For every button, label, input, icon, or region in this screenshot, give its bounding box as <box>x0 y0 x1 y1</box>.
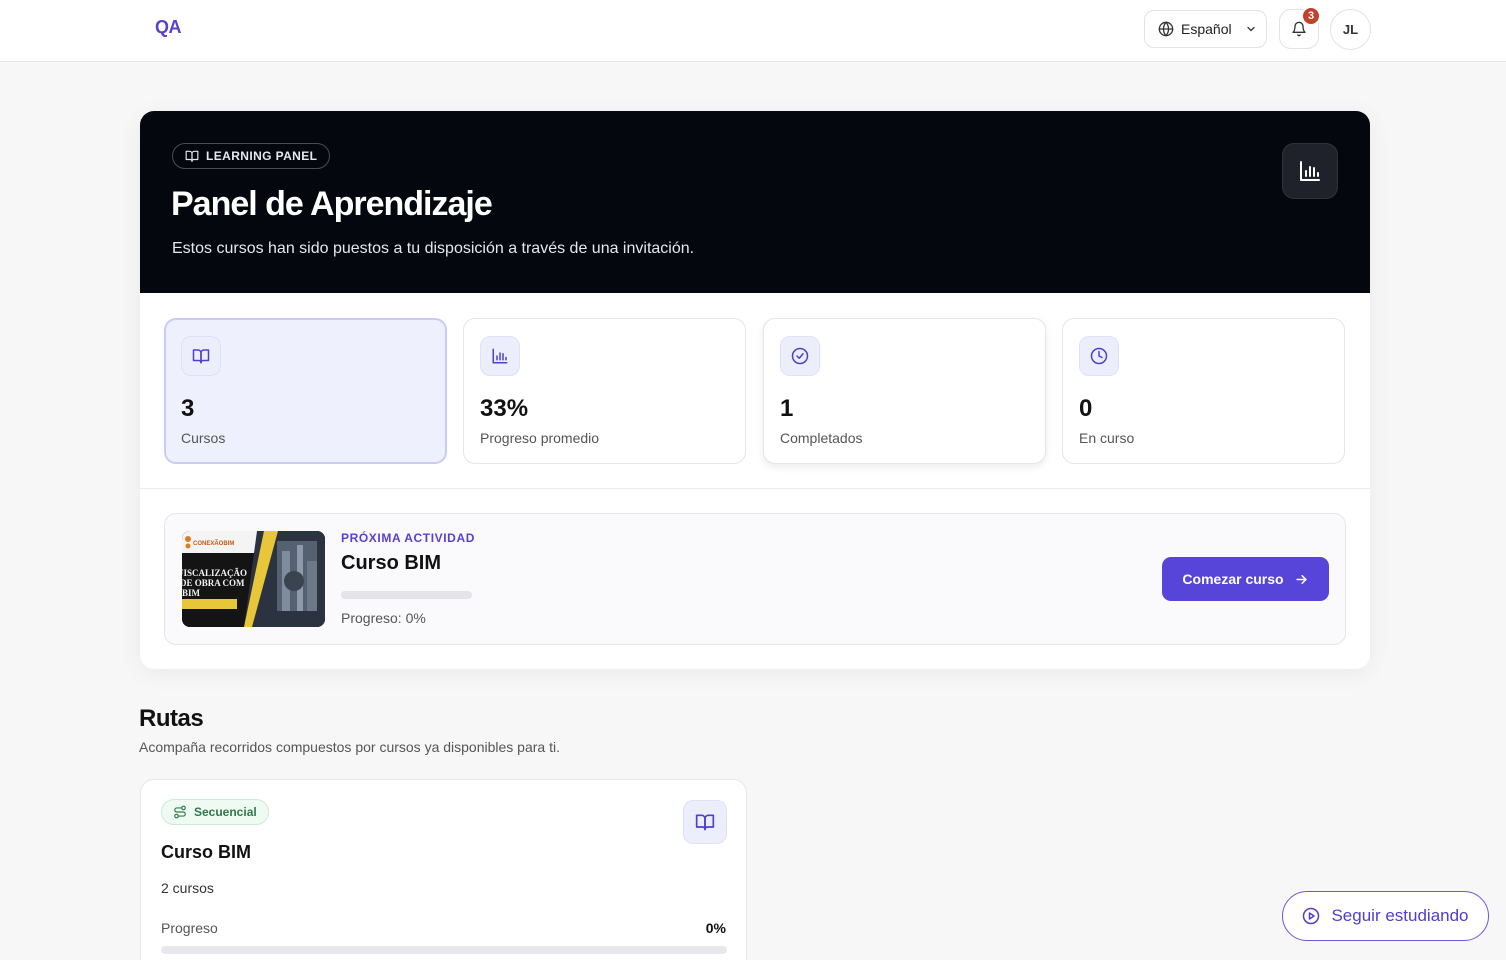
hero-chart-badge <box>1282 143 1338 199</box>
stat-icon-box <box>1079 336 1119 376</box>
start-course-label: Comezar curso <box>1182 571 1284 587</box>
next-activity-progress-bar <box>341 591 472 599</box>
language-label: Español <box>1181 21 1232 37</box>
bar-chart-icon <box>492 348 508 364</box>
chevron-down-icon <box>1246 26 1255 32</box>
stat-icon-box <box>480 336 520 376</box>
stat-value: 0 <box>1079 395 1093 422</box>
route-progress-value: 0% <box>705 920 726 936</box>
continue-studying-button[interactable]: Seguir estudiando <box>1282 891 1489 941</box>
routes-section-subtitle: Acompaña recorridos compuestos por curso… <box>139 739 560 755</box>
arrow-right-icon <box>1295 574 1307 584</box>
next-activity-card: CONEXÃOBIM FISCALIZAÇÃO DE OBRA COM BIM … <box>164 513 1346 645</box>
course-thumbnail-image: CONEXÃOBIM FISCALIZAÇÃO DE OBRA COM BIM <box>182 531 325 627</box>
route-type-badge: Secuencial <box>161 799 269 825</box>
continue-studying-label: Seguir estudiando <box>1331 906 1469 925</box>
start-course-button[interactable]: Comezar curso <box>1162 557 1329 601</box>
route-type-label: Secuencial <box>194 805 257 819</box>
stat-label: En curso <box>1079 430 1135 446</box>
stat-icon-box <box>181 336 221 376</box>
route-progress-label: Progreso <box>161 920 218 936</box>
thumbnail-line-2: DE OBRA COM <box>182 578 245 588</box>
next-activity-title: Curso BIM <box>341 552 441 574</box>
stat-card-average-progress[interactable]: 33% Progreso promedio <box>463 318 746 464</box>
bar-chart-icon <box>1300 161 1320 181</box>
stat-value: 3 <box>181 395 195 422</box>
globe-icon <box>1158 21 1174 37</box>
stat-card-completed[interactable]: 1 Completados <box>763 318 1046 464</box>
top-bar: QA Español 3 JL <box>0 0 1506 62</box>
clock-icon <box>1090 347 1108 365</box>
stat-icon-box <box>780 336 820 376</box>
language-selector[interactable]: Español <box>1144 10 1267 48</box>
user-avatar[interactable]: JL <box>1330 9 1371 50</box>
page-subtitle: Estos cursos han sido puestos a tu dispo… <box>172 240 695 257</box>
stat-value: 1 <box>780 395 794 422</box>
thumbnail-brand-text: CONEXÃOBIM <box>193 540 234 547</box>
stat-value: 33% <box>480 395 529 422</box>
hero-eyebrow-label: LEARNING PANEL <box>206 149 318 163</box>
stat-label: Progreso promedio <box>480 430 600 446</box>
page-title: Panel de Aprendizaje <box>171 185 493 223</box>
book-open-icon <box>695 814 715 831</box>
route-card[interactable]: Secuencial Curso BIM 2 cursos Progreso 0… <box>140 779 747 960</box>
book-open-icon <box>185 150 199 162</box>
check-circle-icon <box>791 347 809 365</box>
routes-section-title: Rutas <box>139 705 204 732</box>
hero-banner: LEARNING PANEL Panel de Aprendizaje Esto… <box>140 111 1370 293</box>
hero-eyebrow-pill: LEARNING PANEL <box>172 143 331 169</box>
learning-panel-card: LEARNING PANEL Panel de Aprendizaje Esto… <box>140 111 1370 669</box>
route-course-count: 2 cursos <box>161 880 214 896</box>
next-activity-eyebrow: PRÓXIMA ACTIVIDAD <box>341 531 475 545</box>
play-circle-icon <box>1303 907 1320 925</box>
route-progress-bar <box>161 946 727 954</box>
route-icon-box <box>683 800 727 844</box>
route-icon <box>174 805 186 819</box>
thumbnail-line-1: FISCALIZAÇÃO <box>182 568 247 578</box>
stat-card-courses[interactable]: 3 Cursos <box>164 318 447 464</box>
thumbnail-line-3: BIM <box>182 588 201 598</box>
next-activity-progress-text: Progreso: 0% <box>341 610 426 626</box>
notification-count-badge: 3 <box>1301 6 1321 26</box>
section-divider <box>140 488 1370 489</box>
stat-card-in-progress[interactable]: 0 En curso <box>1062 318 1345 464</box>
course-thumbnail[interactable]: CONEXÃOBIM FISCALIZAÇÃO DE OBRA COM BIM <box>182 531 325 627</box>
book-open-icon <box>192 349 210 364</box>
stat-label: Cursos <box>181 430 226 446</box>
stat-label: Completados <box>780 430 863 446</box>
app-logo[interactable]: QA <box>155 17 182 38</box>
route-title: Curso BIM <box>161 842 251 862</box>
